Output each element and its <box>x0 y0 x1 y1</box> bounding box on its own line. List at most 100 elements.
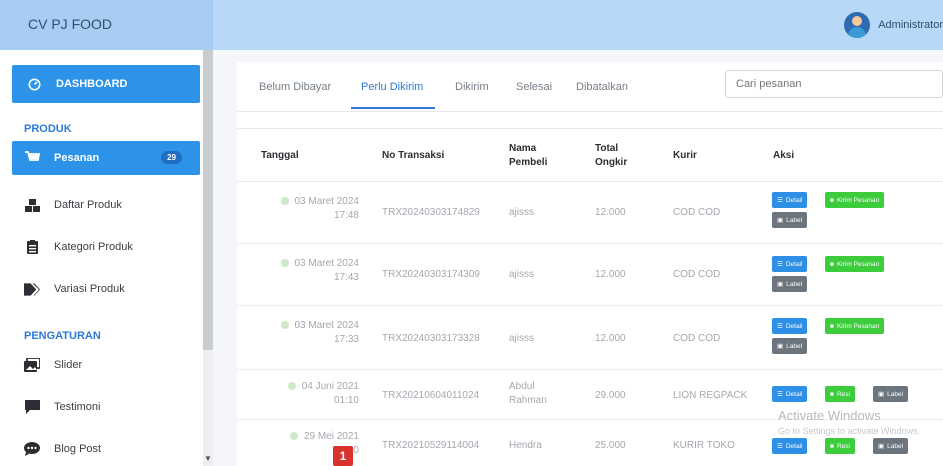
sidebar-item-label: Pesanan <box>54 152 100 164</box>
cell-nama-line1: Abdul <box>509 381 535 392</box>
detail-button[interactable]: ☰ Detail <box>772 256 808 272</box>
comment-icon <box>24 399 40 415</box>
detail-label: Detail <box>785 390 803 398</box>
header-total-ongkir: Total Ongkir <box>595 142 627 170</box>
boxes-icon <box>24 197 40 213</box>
label-button[interactable]: ▣ Label <box>772 338 808 354</box>
sidebar-item-label: Kategori Produk <box>54 241 133 253</box>
comment-dots-icon <box>24 441 40 457</box>
label-label: Label <box>786 342 803 350</box>
orders-panel: Belum Dibayar Perlu Dikirim Dikirim Sele… <box>237 62 943 466</box>
cart-icon <box>24 150 40 166</box>
tab-belum-dibayar[interactable]: Belum Dibayar <box>259 81 331 93</box>
header-aksi: Aksi <box>773 150 795 161</box>
kirim-pesanan-button[interactable]: ■ Kirim Pesanan <box>825 256 885 272</box>
header-nama-line1: Nama <box>509 143 537 154</box>
kirim-label: Kirim Pesanan <box>836 322 880 330</box>
cell-total: 12.000 <box>595 333 626 344</box>
tab-perlu-dikirim[interactable]: Perlu Dikirim <box>361 81 423 93</box>
sidebar: DASHBOARD PRODUK Pesanan 29 Daftar Produ… <box>0 50 213 466</box>
label-label: Label <box>887 442 904 450</box>
cell-total: 25.000 <box>595 440 626 451</box>
cell-nama-line2: Rahman <box>509 395 547 406</box>
detail-button[interactable]: ☰ Detail <box>772 192 808 208</box>
header-nama-line2: Pembeli <box>509 157 548 168</box>
user-menu[interactable]: Administrator <box>844 12 943 38</box>
detail-label: Detail <box>785 322 803 330</box>
order-status-tabs: Belum Dibayar Perlu Dikirim Dikirim Sele… <box>237 62 943 112</box>
cell-date: 03 Maret 2024 <box>294 258 360 269</box>
print-icon: ▣ <box>777 343 784 350</box>
cell-kurir: COD COD <box>673 333 721 344</box>
cell-time: 17:48 <box>333 210 359 221</box>
tab-dibatalkan[interactable]: Dibatalkan <box>576 81 628 93</box>
sidebar-item-daftar-produk[interactable]: Daftar Produk <box>12 188 200 222</box>
sidebar-item-label: Blog Post <box>54 443 102 455</box>
cell-kurir: LION REGPACK <box>673 390 748 401</box>
detail-button[interactable]: ☰ Detail <box>772 386 808 402</box>
tab-selesai[interactable]: Selesai <box>516 81 552 93</box>
cell-nama: ajisss <box>509 269 535 280</box>
list-icon: ☰ <box>777 323 783 330</box>
label-button[interactable]: ▣ Label <box>772 212 808 228</box>
cell-no-transaksi: TRX20240303174309 <box>382 269 480 280</box>
truck-icon: ■ <box>830 322 834 330</box>
brand-title[interactable]: CV PJ FOOD <box>0 0 213 50</box>
sidebar-item-label: Daftar Produk <box>54 199 122 211</box>
label-button[interactable]: ▣ Label <box>772 276 808 292</box>
cell-date: 04 Juni 2021 <box>301 381 359 392</box>
sidebar-item-blog-post[interactable]: Blog Post <box>12 432 200 466</box>
detail-button[interactable]: ☰ Detail <box>772 438 808 454</box>
cell-no-transaksi: TRX20210604011024 <box>382 390 480 401</box>
sidebar-item-slider[interactable]: Slider <box>12 348 200 382</box>
images-icon <box>24 357 40 373</box>
detail-label: Detail <box>785 442 803 450</box>
cell-no-transaksi: TRX20240303173328 <box>382 333 480 344</box>
scroll-down-icon[interactable]: ▼ <box>204 454 212 463</box>
table-row: 03 Maret 2024 17:43 TRX20240303174309 aj… <box>237 244 943 306</box>
sidebar-item-pesanan[interactable]: Pesanan 29 <box>12 141 200 175</box>
list-icon: ☰ <box>777 197 783 204</box>
table-header: Tanggal No Transaksi Nama Pembeli Total … <box>237 128 943 182</box>
cell-time: 17:33 <box>333 334 359 345</box>
kirim-pesanan-button[interactable]: ■ Kirim Pesanan <box>825 318 885 334</box>
list-icon: ☰ <box>777 443 783 450</box>
status-dot <box>280 197 289 205</box>
kirim-label: Kirim Pesanan <box>836 260 880 268</box>
cell-date: 03 Maret 2024 <box>294 320 360 331</box>
sidebar-item-label: Variasi Produk <box>54 283 125 295</box>
print-icon: ▣ <box>777 281 784 288</box>
kirim-pesanan-button[interactable]: ■ Kirim Pesanan <box>825 192 885 208</box>
label-button[interactable]: ▣ Label <box>873 438 909 454</box>
sidebar-scrollbar-thumb[interactable] <box>203 50 213 350</box>
cell-time: 01:10 <box>333 395 359 406</box>
resi-button[interactable]: ■ Resi <box>825 386 855 402</box>
cell-nama: Abdul Rahman <box>509 380 547 408</box>
label-button[interactable]: ▣ Label <box>873 386 909 402</box>
sidebar-item-kategori-produk[interactable]: Kategori Produk <box>12 230 200 264</box>
sidebar-item-label: Testimoni <box>54 401 101 413</box>
notification-badge[interactable]: 1 <box>333 446 353 466</box>
cell-date: 29 Mei 2021 <box>303 431 359 442</box>
avatar[interactable] <box>844 12 871 38</box>
print-icon: ▣ <box>777 217 784 224</box>
print-icon: ▣ <box>878 391 885 398</box>
cell-date: 03 Maret 2024 <box>294 196 360 207</box>
detail-button[interactable]: ☰ Detail <box>772 318 808 334</box>
truck-icon: ■ <box>830 390 834 398</box>
sidebar-item-testimoni[interactable]: Testimoni <box>12 390 200 424</box>
header-nama: Nama Pembeli <box>509 142 547 170</box>
header-tanggal: Tanggal <box>261 150 299 161</box>
search-input[interactable] <box>725 70 943 98</box>
tab-dikirim[interactable]: Dikirim <box>455 81 489 93</box>
cell-tanggal: 03 Maret 2024 17:48 <box>253 195 359 223</box>
status-dot <box>289 432 298 440</box>
cell-kurir: COD COD <box>673 269 721 280</box>
detail-label: Detail <box>785 196 803 204</box>
status-dot <box>280 259 289 267</box>
sidebar-item-label: Slider <box>54 359 83 371</box>
cell-tanggal: 03 Maret 2024 17:43 <box>253 257 359 285</box>
resi-button[interactable]: ■ Resi <box>825 438 855 454</box>
sidebar-item-dashboard[interactable]: DASHBOARD <box>12 65 200 103</box>
sidebar-item-variasi-produk[interactable]: Variasi Produk <box>12 272 200 306</box>
